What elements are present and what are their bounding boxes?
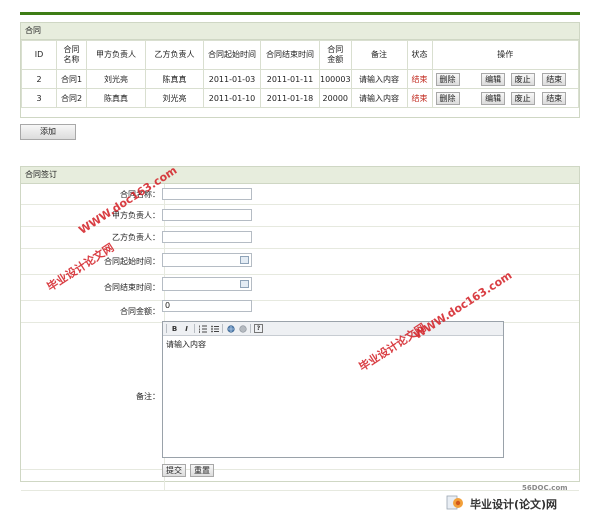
- label-amount: 合同金额：: [21, 300, 165, 323]
- delete-button[interactable]: 删除: [435, 72, 460, 86]
- party-b-input[interactable]: [162, 231, 252, 243]
- calendar-icon[interactable]: [240, 256, 249, 264]
- col-remark: 备注: [350, 40, 408, 70]
- contract-sign-title: 合同签订: [21, 167, 579, 184]
- remark-editor[interactable]: B I ? 请输入内容: [162, 321, 504, 458]
- link-icon[interactable]: [226, 324, 235, 333]
- unlink-icon[interactable]: [238, 324, 247, 333]
- col-end: 合同结束时间: [260, 40, 320, 70]
- finish-button[interactable]: 结束: [542, 72, 567, 86]
- add-contract-button[interactable]: 添加: [20, 124, 76, 140]
- help-icon[interactable]: ?: [254, 324, 263, 333]
- top-accent-bar: [20, 12, 580, 15]
- label-end: 合同结束时间：: [21, 274, 165, 301]
- cell-actions: 删除 编辑 废止 结束: [431, 88, 580, 108]
- status-link[interactable]: 结束: [406, 88, 433, 108]
- unordered-list-icon[interactable]: [210, 324, 219, 333]
- col-party-a: 甲方负责人: [86, 40, 146, 70]
- end-date-input[interactable]: [162, 277, 252, 291]
- start-date-input[interactable]: [162, 253, 252, 267]
- status-link[interactable]: 结束: [406, 69, 433, 89]
- void-button[interactable]: 废止: [510, 72, 535, 86]
- col-status: 状态: [406, 40, 433, 70]
- footer-site-text: 56DOC.com: [522, 484, 568, 492]
- ordered-list-icon[interactable]: [198, 324, 207, 333]
- cell-party-b: 刘光亮: [145, 88, 204, 108]
- calendar-icon[interactable]: [240, 280, 249, 288]
- cell-name: 合同1: [56, 69, 87, 89]
- cell-remark: 请输入内容: [350, 69, 408, 89]
- cell-party-b: 陈真真: [145, 69, 204, 89]
- italic-icon[interactable]: I: [182, 324, 191, 333]
- cell-remark: 请输入内容: [350, 88, 408, 108]
- cell-amount: 20000: [319, 88, 352, 108]
- label-remark: 备注：: [21, 322, 165, 470]
- delete-button[interactable]: 删除: [435, 91, 460, 105]
- col-actions: 操作: [431, 40, 580, 70]
- cell-start: 2011-01-03: [203, 69, 261, 89]
- void-button[interactable]: 废止: [510, 91, 535, 105]
- edit-button[interactable]: 编辑: [481, 91, 506, 105]
- col-party-b: 乙方负责人: [145, 40, 204, 70]
- cell-name: 合同2: [56, 88, 87, 108]
- col-id: ID: [21, 40, 57, 70]
- editor-toolbar: B I ?: [163, 322, 503, 336]
- editor-content[interactable]: 请输入内容: [163, 336, 503, 353]
- reset-button[interactable]: 重置: [190, 464, 214, 477]
- edit-button[interactable]: 编辑: [481, 72, 506, 86]
- finish-button[interactable]: 结束: [542, 91, 567, 105]
- contract-name-input[interactable]: [162, 188, 252, 200]
- cell-id: 2: [21, 69, 57, 89]
- cell-id: 3: [21, 88, 57, 108]
- table-row: 3 合同2 陈真真 刘光亮 2011-01-10 2011-01-18 2000…: [21, 88, 580, 108]
- col-amount: 合同金额: [319, 40, 352, 70]
- cell-party-a: 陈真真: [86, 88, 146, 108]
- cell-actions: 删除 编辑 废止 结束: [431, 69, 580, 89]
- amount-input[interactable]: 0: [162, 300, 252, 312]
- cell-amount: 100003: [319, 69, 352, 89]
- cell-party-a: 刘光亮: [86, 69, 146, 89]
- bold-icon[interactable]: B: [170, 324, 179, 333]
- cell-end: 2011-01-18: [260, 88, 320, 108]
- contract-list-panel: 合同 ID 合同名称 甲方负责人 乙方负责人 合同起始时间 合同结束时间 合同金…: [20, 22, 580, 118]
- footer-logo-icon: [446, 493, 464, 511]
- cell-start: 2011-01-10: [203, 88, 261, 108]
- table-header-row: ID 合同名称 甲方负责人 乙方负责人 合同起始时间 合同结束时间 合同金额 备…: [21, 40, 580, 70]
- contract-list-title: 合同: [21, 23, 579, 40]
- submit-button[interactable]: 提交: [162, 464, 186, 477]
- table-row: 2 合同1 刘光亮 陈真真 2011-01-03 2011-01-11 1000…: [21, 69, 580, 89]
- col-start: 合同起始时间: [203, 40, 261, 70]
- toolbar-grip-icon: [166, 324, 167, 333]
- col-name: 合同名称: [56, 40, 87, 70]
- contract-table: ID 合同名称 甲方负责人 乙方负责人 合同起始时间 合同结束时间 合同金额 备…: [21, 40, 580, 108]
- cell-end: 2011-01-11: [260, 69, 320, 89]
- party-a-input[interactable]: [162, 209, 252, 221]
- footer-brand-text: 毕业设计(论文)网: [470, 498, 558, 511]
